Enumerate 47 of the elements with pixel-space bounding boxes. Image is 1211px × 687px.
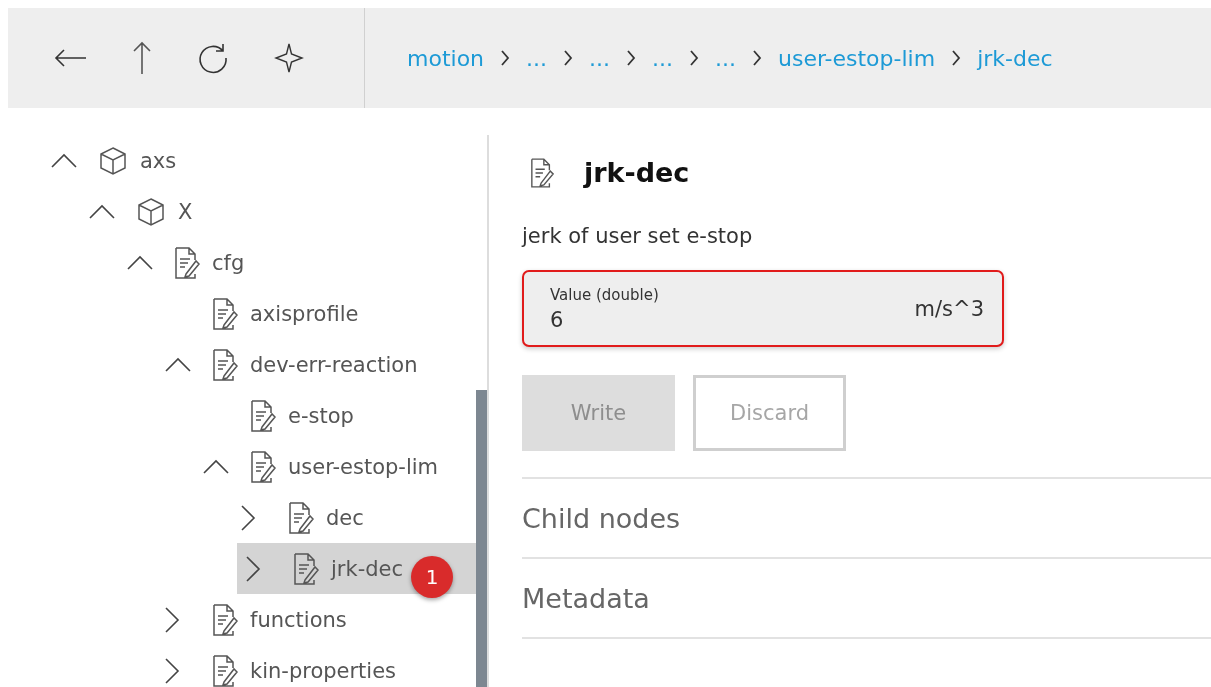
document-edit-icon xyxy=(293,552,319,585)
chevron-right-icon xyxy=(626,50,636,66)
chevron-up-icon[interactable] xyxy=(88,203,116,220)
section-header[interactable]: Metadata xyxy=(522,557,1211,639)
chevron-up-icon[interactable] xyxy=(202,458,230,475)
document-edit-icon xyxy=(530,157,554,188)
chevron-right-icon xyxy=(500,50,511,66)
document-edit-icon xyxy=(250,450,276,483)
cube-icon xyxy=(98,145,128,176)
chevron-right-icon xyxy=(689,50,699,66)
chevron-right-icon[interactable] xyxy=(240,503,256,532)
document-edit-icon xyxy=(212,348,238,381)
chevron-right-icon xyxy=(951,50,962,66)
document-edit-icon xyxy=(212,297,238,330)
tree-item[interactable]: e-stop xyxy=(0,390,476,441)
chevron-up-icon[interactable] xyxy=(50,152,78,169)
tree-item[interactable]: user-estop-lim xyxy=(0,441,476,492)
chevron-right-icon[interactable] xyxy=(164,656,180,685)
document-edit-icon xyxy=(212,654,238,687)
chevron-right-icon[interactable] xyxy=(245,554,261,583)
document-edit-icon xyxy=(250,399,276,432)
document-edit-icon xyxy=(174,246,200,279)
up-arrow-icon[interactable] xyxy=(132,41,152,75)
cube-icon xyxy=(136,196,166,227)
chevron-right-icon[interactable] xyxy=(164,605,180,634)
tree-item[interactable]: cfg xyxy=(0,237,476,288)
section-header[interactable]: Child nodes xyxy=(522,477,1211,557)
node-description: jerk of user set e-stop xyxy=(522,224,754,248)
tree-item[interactable]: axisprofile xyxy=(0,288,476,339)
chevron-up-icon[interactable] xyxy=(126,254,154,271)
back-arrow-icon[interactable] xyxy=(54,48,88,68)
sparkle-icon[interactable] xyxy=(274,43,304,73)
tree-item[interactable]: dec xyxy=(0,492,476,543)
value-input-field[interactable]: Value (double) 6 m/s^3 xyxy=(522,270,1004,347)
node-title: jrk-dec xyxy=(584,157,690,188)
chevron-up-icon[interactable] xyxy=(164,356,192,373)
count-badge: 1 xyxy=(411,556,453,598)
chevron-right-icon xyxy=(563,50,574,66)
tree-item[interactable]: dev-err-reaction xyxy=(0,339,476,390)
document-edit-icon xyxy=(212,603,238,636)
document-edit-icon xyxy=(288,501,314,534)
tree-item[interactable]: kin-properties xyxy=(0,645,476,687)
tree-item[interactable]: X xyxy=(0,186,476,237)
chevron-right-icon xyxy=(752,50,762,66)
refresh-icon[interactable] xyxy=(196,41,230,75)
tree-item[interactable]: axs xyxy=(0,135,476,186)
scrollbar-thumb[interactable] xyxy=(476,390,487,687)
